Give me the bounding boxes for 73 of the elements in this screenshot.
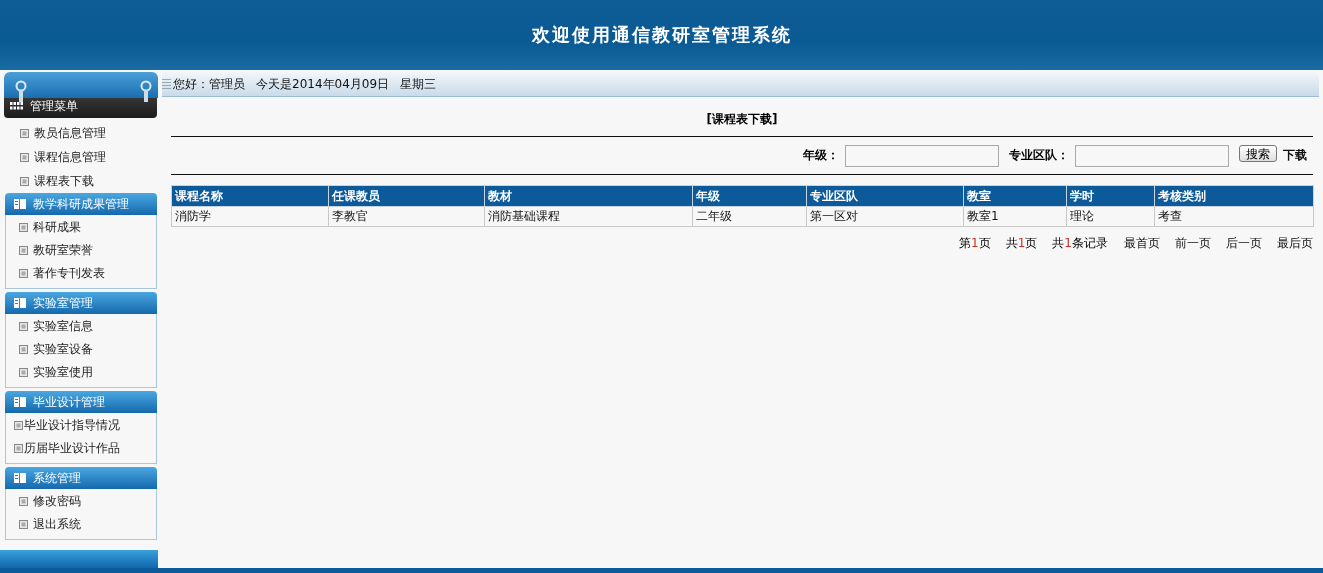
menu-item[interactable]: 退出系统	[6, 513, 156, 536]
menu-item[interactable]: 实验室使用	[6, 361, 156, 384]
grid-icon	[10, 102, 24, 110]
ring-icon	[15, 80, 27, 102]
bullet-icon	[19, 368, 28, 377]
column-header: 任课教员	[328, 185, 485, 207]
table-cell: 消防学	[171, 206, 329, 227]
bullet-icon	[20, 176, 29, 186]
menu-item[interactable]: 实验室设备	[6, 338, 156, 361]
column-header: 专业区队	[806, 185, 964, 207]
table-cell: 消防基础课程	[484, 206, 693, 227]
table-cell: 教室1	[963, 206, 1067, 227]
menu-item[interactable]: 科研成果	[6, 216, 156, 239]
ring-icon	[140, 80, 152, 102]
table-cell: 二年级	[692, 206, 807, 227]
menu-item[interactable]: 著作专刊发表	[6, 262, 156, 285]
bullet-icon	[19, 322, 28, 331]
table-cell: 考查	[1154, 206, 1314, 227]
page-link[interactable]: 最后页	[1277, 235, 1313, 252]
menu-item[interactable]: 修改密码	[6, 490, 156, 513]
column-header: 课程名称	[171, 185, 329, 207]
search-button[interactable]: 搜索	[1239, 145, 1277, 162]
page-info: 共1页	[1005, 235, 1038, 252]
section-title: 毕业设计管理	[33, 393, 105, 411]
book-icon	[14, 473, 26, 483]
bullet-icon	[19, 497, 28, 506]
page-info: 共1条记录	[1052, 235, 1108, 252]
bullet-icon	[20, 152, 29, 162]
weekday-text: 星期三	[400, 75, 437, 93]
section-title: 系统管理	[33, 469, 81, 487]
menu-item[interactable]: 教研室荣誉	[6, 239, 156, 262]
bullet-icon	[19, 269, 28, 278]
bullet-icon	[19, 223, 28, 232]
bullet-icon	[19, 520, 28, 529]
table-cell: 第一区对	[806, 206, 964, 227]
column-header: 教材	[484, 185, 693, 207]
download-link[interactable]: 下载	[1283, 147, 1307, 164]
menu-item[interactable]: 毕业设计指导情况	[6, 414, 156, 437]
table-cell: 理论	[1066, 206, 1155, 227]
book-icon	[14, 298, 26, 308]
filter-label: 年级：	[803, 147, 839, 164]
system-title: 欢迎使用通信教研室管理系统	[531, 23, 792, 47]
menu-item[interactable]: 教员信息管理	[0, 121, 158, 145]
section-title: 教学科研成果管理	[33, 195, 129, 213]
lines-icon	[162, 78, 171, 90]
page-link[interactable]: 后一页	[1226, 235, 1262, 252]
section-title: 实验室管理	[33, 294, 93, 312]
bullet-icon	[19, 246, 28, 255]
column-header: 学时	[1066, 185, 1155, 207]
menu-item[interactable]: 实验室信息	[6, 315, 156, 338]
page-link[interactable]: 最首页	[1124, 235, 1160, 252]
page-link[interactable]: 前一页	[1175, 235, 1211, 252]
page-info: 第1页	[959, 235, 991, 252]
book-icon	[14, 397, 26, 407]
table-cell: 李教官	[328, 206, 485, 227]
menu-title: 管理菜单	[30, 97, 78, 115]
input-field[interactable]	[1075, 144, 1229, 167]
filter-label: 专业区队：	[1009, 147, 1069, 164]
bullet-icon	[14, 421, 23, 430]
page-title: [课程表下载]	[171, 97, 1313, 137]
menu-item[interactable]: 历届毕业设计作品	[6, 437, 156, 460]
bullet-icon	[19, 345, 28, 354]
column-header: 教室	[963, 185, 1067, 207]
book-icon	[14, 199, 26, 209]
input-field[interactable]	[845, 144, 999, 167]
bullet-icon	[20, 128, 29, 138]
date-text: 今天是2014年04月09日	[256, 75, 390, 93]
bullet-icon	[14, 444, 23, 453]
column-header: 年级	[692, 185, 807, 207]
menu-item[interactable]: 课程信息管理	[0, 145, 158, 169]
menu-item[interactable]: 课程表下载	[0, 169, 158, 193]
column-header: 考核类别	[1154, 185, 1314, 207]
greeting-text: 您好：管理员	[173, 75, 245, 93]
